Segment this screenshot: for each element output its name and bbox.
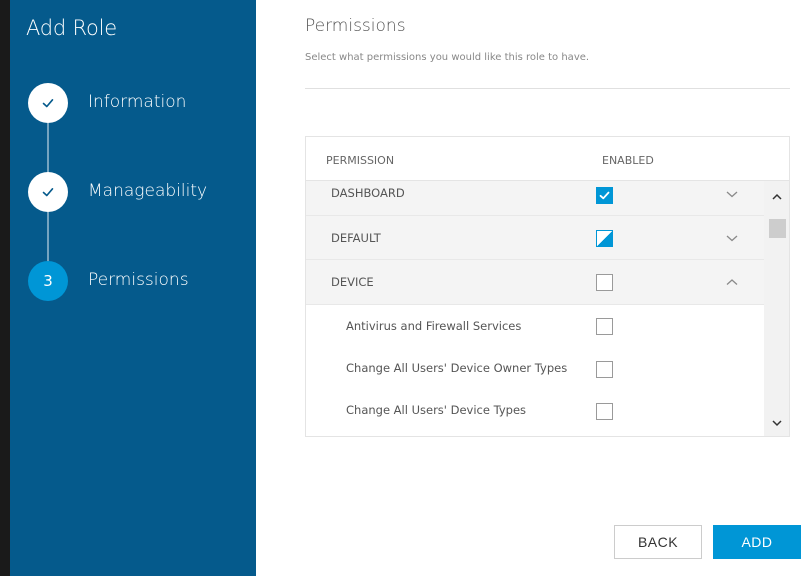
chevron-up-icon[interactable]	[724, 274, 740, 290]
sidebar-title: Add Role	[26, 16, 117, 40]
permission-checkbox[interactable]	[596, 274, 613, 291]
sidebar: Add Role Information Manageability 3 Per…	[10, 0, 256, 576]
step-number-circle: 3	[28, 261, 68, 301]
main-content: Permissions Select what permissions you …	[256, 0, 801, 576]
page-title: Permissions	[305, 16, 406, 36]
step-done-circle	[28, 172, 68, 212]
step-label: Permissions	[88, 270, 189, 290]
check-icon	[42, 99, 54, 108]
step-label: Information	[88, 92, 187, 112]
permission-checkbox[interactable]	[596, 361, 613, 378]
permission-label: Antivirus and Firewall Services	[346, 319, 522, 333]
permission-label: Change All Users' Device Owner Types	[346, 361, 568, 375]
permission-checkbox[interactable]	[596, 230, 613, 247]
step-connector	[47, 212, 49, 262]
permission-checkbox[interactable]	[596, 318, 613, 335]
permission-label: DASHBOARD	[331, 186, 405, 200]
check-icon	[42, 188, 54, 197]
page-subtitle: Select what permissions you would like t…	[305, 52, 590, 63]
scroll-down-icon[interactable]	[771, 417, 783, 429]
permissions-list[interactable]: DASHBOARD DEFAULT DEVICE Antivirus and F…	[306, 181, 764, 436]
add-button[interactable]: ADD	[713, 525, 801, 559]
permission-label: Change All Users' Device Types	[346, 403, 527, 417]
step-label: Manageability	[88, 181, 208, 201]
scrollbar[interactable]	[764, 181, 789, 436]
back-button[interactable]: BACK	[614, 525, 702, 559]
step-done-circle	[28, 83, 68, 123]
chevron-down-icon[interactable]	[724, 230, 740, 246]
divider	[305, 88, 790, 89]
column-header-permission: PERMISSION	[326, 154, 395, 167]
permission-group-device[interactable]: DEVICE	[306, 260, 764, 305]
permission-item-device-owner-types[interactable]: Change All Users' Device Owner Types	[306, 347, 764, 389]
permission-label: DEVICE	[331, 275, 374, 289]
permission-item-device-types[interactable]: Change All Users' Device Types	[306, 389, 764, 431]
scroll-up-icon[interactable]	[771, 191, 783, 203]
permission-label: DEFAULT	[331, 231, 381, 245]
permission-group-default[interactable]: DEFAULT	[306, 216, 764, 260]
permission-checkbox[interactable]	[596, 403, 613, 420]
permission-item-antivirus[interactable]: Antivirus and Firewall Services	[306, 305, 764, 347]
step-permissions[interactable]: 3 Permissions	[28, 261, 248, 301]
add-role-dialog: Add Role Information Manageability 3 Per…	[10, 0, 801, 576]
scroll-thumb[interactable]	[769, 219, 786, 238]
permission-group-dashboard[interactable]: DASHBOARD	[306, 181, 764, 216]
permissions-table: PERMISSION ENABLED DASHBOARD DEFAULT DEV…	[305, 136, 790, 437]
step-manageability[interactable]: Manageability	[28, 172, 248, 212]
step-information[interactable]: Information	[28, 83, 248, 123]
step-connector	[47, 123, 49, 173]
permission-checkbox[interactable]	[596, 187, 613, 204]
check-icon	[599, 191, 610, 200]
column-header-enabled: ENABLED	[602, 154, 654, 167]
chevron-down-icon[interactable]	[724, 186, 740, 202]
table-header: PERMISSION ENABLED	[306, 137, 789, 181]
